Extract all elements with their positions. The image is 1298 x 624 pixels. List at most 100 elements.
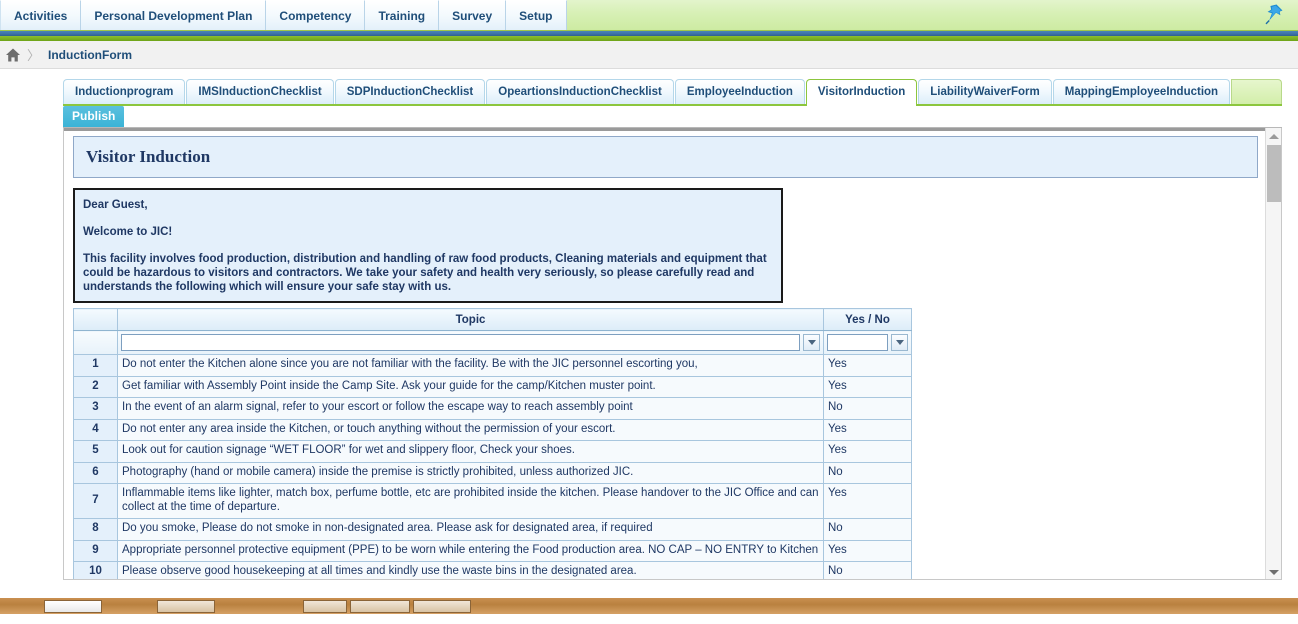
topic-filter-input[interactable] [121, 334, 800, 351]
tab-employeeinduction[interactable]: EmployeeInduction [674, 79, 805, 104]
column-header-topic[interactable]: Topic [117, 308, 824, 331]
row-number: 4 [73, 418, 118, 441]
form-toolbar: Publish [63, 106, 1282, 128]
tab-label: OpeartionsInductionChecklist [498, 86, 662, 98]
table-header-row: Topic Yes / No [73, 308, 912, 331]
row-yesno: No [823, 397, 912, 420]
nav-tab-survey[interactable]: Survey [439, 0, 507, 30]
table-row[interactable]: 6 Photography (hand or mobile camera) in… [73, 461, 912, 484]
nav-tab-label: Personal Development Plan [94, 8, 253, 23]
filter-cell-rownum [73, 330, 118, 355]
breadcrumb: 〉 InductionForm [0, 41, 1298, 69]
chevron-down-icon [807, 340, 816, 345]
taskbar-item[interactable] [350, 599, 410, 613]
row-yesno: Yes [823, 375, 912, 398]
row-topic: Inflammable items like lighter, match bo… [117, 483, 824, 519]
scroll-down-button[interactable] [1266, 564, 1281, 579]
taskbar-item[interactable] [44, 599, 102, 613]
induction-topics-table: Topic Yes / No 1 Do not enter the Kitche… [73, 308, 912, 579]
row-yesno: No [823, 461, 912, 484]
row-yesno: Yes [823, 440, 912, 463]
row-yesno: Yes [823, 483, 912, 519]
scroll-thumb[interactable] [1267, 145, 1281, 202]
nav-tab-label: Survey [452, 8, 493, 23]
row-topic: Do not enter the Kitchen alone since you… [117, 354, 824, 377]
breadcrumb-current-page[interactable]: InductionForm [48, 48, 132, 62]
panel-top-divider [64, 128, 1281, 131]
row-topic: In the event of an alarm signal, refer t… [117, 397, 824, 420]
form-body: Visitor Induction Dear Guest, Welcome to… [64, 128, 1267, 579]
tab-opeartionsinductionchecklist[interactable]: OpeartionsInductionChecklist [486, 79, 674, 104]
nav-tab-personal-development-plan[interactable]: Personal Development Plan [81, 0, 267, 30]
row-topic: Photography (hand or mobile camera) insi… [117, 461, 824, 484]
nav-tab-activities[interactable]: Activities [0, 0, 82, 30]
tab-inductionprogram[interactable]: Inductionprogram [63, 79, 186, 104]
table-row[interactable]: 4 Do not enter any area inside the Kitch… [73, 418, 912, 441]
tab-strip-filler [1231, 79, 1282, 104]
desktop-background [0, 585, 1298, 598]
tab-label: SDPInductionChecklist [346, 86, 474, 98]
row-topic: Look out for caution signage “WET FLOOR”… [117, 440, 824, 463]
taskbar-item[interactable] [157, 599, 215, 613]
tab-label: LiabilityWaiverForm [930, 86, 1040, 98]
breadcrumb-separator: 〉 [27, 48, 41, 63]
nav-tab-label: Activities [14, 8, 68, 23]
yesno-filter-dropdown-button[interactable] [891, 334, 908, 351]
column-header-yesno[interactable]: Yes / No [823, 308, 912, 331]
nav-tab-competency[interactable]: Competency [266, 0, 366, 30]
form-content-panel: Visitor Induction Dear Guest, Welcome to… [63, 128, 1282, 580]
triangle-down-icon [1269, 569, 1279, 575]
taskbar-item[interactable] [413, 599, 471, 613]
row-number: 9 [73, 539, 118, 562]
home-icon[interactable] [5, 47, 21, 63]
row-topic: Do not enter any area inside the Kitchen… [117, 418, 824, 441]
nav-tab-setup[interactable]: Setup [506, 0, 567, 30]
table-header: Topic Yes / No [73, 308, 912, 355]
scroll-up-button[interactable] [1266, 128, 1281, 144]
topic-filter-dropdown-button[interactable] [803, 334, 820, 351]
table-row[interactable]: 7 Inflammable items like lighter, match … [73, 483, 912, 519]
tab-label: IMSInductionChecklist [198, 86, 322, 98]
top-nav-tab-list: Activities Personal Development Plan Com… [0, 0, 567, 30]
nav-tab-label: Setup [519, 8, 553, 23]
yesno-filter-input[interactable] [827, 334, 888, 351]
row-yesno: No [823, 561, 912, 579]
table-row[interactable]: 2 Get familiar with Assembly Point insid… [73, 375, 912, 398]
tab-sdpinductionchecklist[interactable]: SDPInductionChecklist [334, 79, 486, 104]
welcome-message-box: Dear Guest, Welcome to JIC! This facilit… [73, 188, 783, 303]
table-row[interactable]: 5 Look out for caution signage “WET FLOO… [73, 440, 912, 463]
publish-button[interactable]: Publish [63, 106, 125, 127]
row-number: 5 [73, 440, 118, 463]
tab-label: VisitorInduction [817, 86, 906, 98]
tab-visitorinduction[interactable]: VisitorInduction [805, 79, 918, 106]
table-row[interactable]: 1 Do not enter the Kitchen alone since y… [73, 354, 912, 377]
workspace: Inductionprogram IMSInductionChecklist S… [0, 69, 1298, 585]
table-body: 1 Do not enter the Kitchen alone since y… [73, 354, 912, 579]
row-yesno: Yes [823, 539, 912, 562]
tab-label: Inductionprogram [75, 86, 174, 98]
column-header-rownum[interactable] [73, 308, 118, 331]
welcome-body: This facility involves food production, … [83, 253, 767, 293]
os-taskbar[interactable] [0, 598, 1298, 614]
row-yesno: No [823, 518, 912, 541]
table-row[interactable]: 10 Please observe good housekeeping at a… [73, 561, 912, 579]
table-row[interactable]: 3 In the event of an alarm signal, refer… [73, 397, 912, 420]
row-topic: Appropriate personnel protective equipme… [117, 539, 824, 562]
nav-tab-training[interactable]: Training [365, 0, 440, 30]
row-yesno: Yes [823, 418, 912, 441]
tab-imsinductionchecklist[interactable]: IMSInductionChecklist [186, 79, 334, 104]
nav-tab-label: Training [378, 8, 426, 23]
table-row[interactable]: 9 Appropriate personnel protective equip… [73, 539, 912, 562]
triangle-up-icon [1269, 133, 1279, 139]
panel-vertical-scrollbar[interactable] [1265, 128, 1281, 579]
row-number: 10 [73, 561, 118, 579]
row-yesno: Yes [823, 354, 912, 377]
tab-mappingemployeeinduction[interactable]: MappingEmployeeInduction [1052, 79, 1231, 104]
taskbar-item[interactable] [303, 599, 347, 613]
chevron-down-icon [895, 340, 904, 345]
table-row[interactable]: 8 Do you smoke, Please do not smoke in n… [73, 518, 912, 541]
pushpin-icon[interactable] [1264, 3, 1284, 25]
nav-tab-label: Competency [279, 8, 352, 23]
tab-liabilitywaiverform[interactable]: LiabilityWaiverForm [918, 79, 1052, 104]
row-number: 6 [73, 461, 118, 484]
